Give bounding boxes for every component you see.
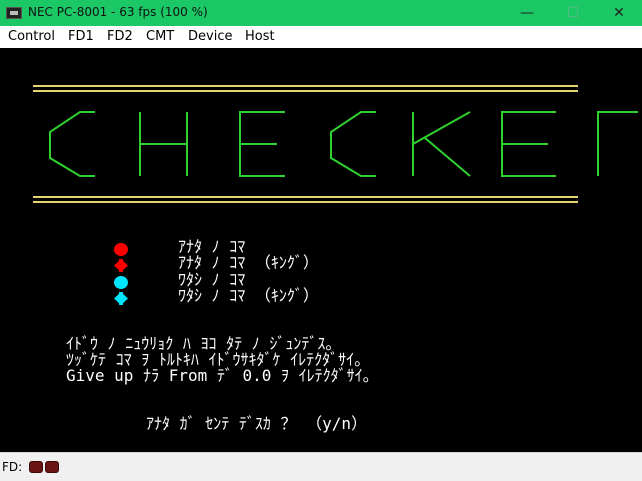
bottom-rule-2 <box>33 201 578 203</box>
menu-device[interactable]: Device <box>188 29 232 44</box>
window-title: NEC PC-8001 - 63 fps (100 %) <box>28 5 208 19</box>
menu-fd1[interactable]: FD1 <box>68 29 94 44</box>
status-bar: FD: <box>0 452 642 481</box>
menu-bar: Control FD1 FD2 CMT Device Host <box>0 26 642 48</box>
fd-status-label: FD: <box>2 460 23 474</box>
red-circle-piece-icon <box>114 243 128 256</box>
fd1-led-icon <box>29 461 43 473</box>
minimize-button[interactable]: — <box>504 0 550 26</box>
menu-fd2[interactable]: FD2 <box>107 29 133 44</box>
close-button[interactable]: ✕ <box>596 0 642 26</box>
menu-cmt[interactable]: CMT <box>146 29 174 44</box>
maximize-button[interactable]: ☐ <box>550 0 596 26</box>
bottom-rule-1 <box>33 196 578 198</box>
legend-text: ｱﾅﾀ ﾉ ｺﾏ （ｷﾝｸﾞ） <box>178 253 319 272</box>
legend-text: ﾜﾀｼ ﾉ ｺﾏ （ｷﾝｸﾞ） <box>178 286 319 305</box>
cyan-circle-piece-icon <box>114 276 128 289</box>
fd2-led-icon <box>45 461 59 473</box>
logo-letter-r <box>597 111 638 176</box>
logo-letter-c1 <box>49 111 95 177</box>
logo-letter-c2 <box>330 111 376 177</box>
pc-monitor-icon <box>6 7 22 19</box>
checkers-logo <box>49 111 638 177</box>
title-bar: NEC PC-8001 - 63 fps (100 %) — ☐ ✕ <box>0 0 642 26</box>
first-move-prompt: ｱﾅﾀ ｶﾞ ｾﾝﾃ ﾃﾞｽｶ ？ （y/n） <box>146 414 368 433</box>
logo-letter-k <box>412 111 471 177</box>
red-diamond-king-icon <box>114 259 128 272</box>
instruction-line-3: Give up ﾅﾗ From ﾃﾞ 0.0 ｦ ｲﾚﾃｸﾀﾞｻｲ。 <box>66 366 379 385</box>
logo-letter-e2 <box>501 111 556 177</box>
logo-letter-h <box>139 112 188 176</box>
menu-host[interactable]: Host <box>245 29 275 44</box>
emulator-screen[interactable]: ｱﾅﾀ ﾉ ｺﾏ ｱﾅﾀ ﾉ ｺﾏ （ｷﾝｸﾞ） ﾜﾀｼ ﾉ ｺﾏ ﾜﾀｼ ﾉ … <box>0 48 642 452</box>
menu-control[interactable]: Control <box>8 29 55 44</box>
cyan-diamond-king-icon <box>114 292 128 305</box>
logo-letter-e1 <box>239 111 285 177</box>
